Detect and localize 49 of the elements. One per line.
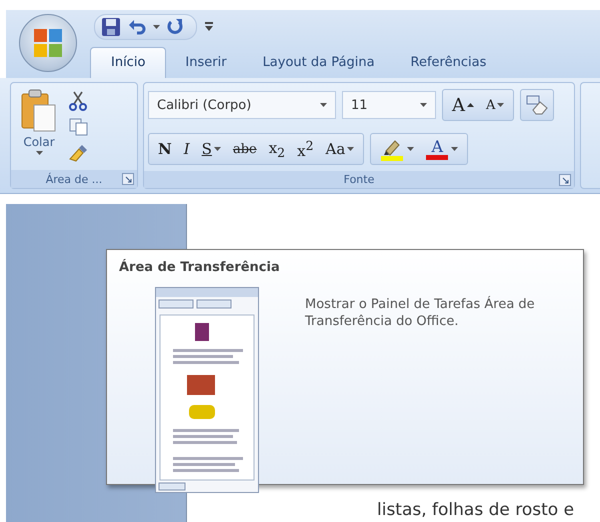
tooltip-description: Mostrar o Painel de Tarefas Área de Transferência do Office.: [305, 297, 536, 331]
dropdown-caret-icon: [347, 147, 354, 151]
format-button[interactable]: x$^{2}$: [292, 136, 319, 162]
paintbrush-icon: [69, 142, 89, 162]
format-painter-button[interactable]: [69, 142, 89, 162]
cut-button[interactable]: [69, 90, 89, 110]
office-logo-icon: [33, 28, 63, 58]
dropdown-caret-icon: [407, 147, 414, 151]
clipboard-icon: [21, 89, 57, 133]
font-size-combo[interactable]: 11: [342, 91, 436, 119]
up-caret-icon: [467, 103, 474, 107]
tooltip-title: Área de Transferência: [119, 260, 281, 275]
dropdown-caret-icon: [320, 103, 327, 107]
scissors-icon: [69, 90, 87, 110]
shrink-font-button[interactable]: A: [481, 96, 510, 114]
down-caret-icon: [497, 103, 504, 107]
save-button[interactable]: [101, 17, 121, 37]
group-label: Fonte: [344, 173, 374, 186]
grow-font-button[interactable]: A: [447, 92, 479, 118]
document-text: listas, folhas de rosto e: [377, 500, 574, 520]
copy-button[interactable]: [69, 118, 89, 136]
format-button[interactable]: Aa: [320, 138, 360, 160]
copy-pages-icon: [69, 118, 89, 136]
dropdown-caret-icon: [214, 147, 221, 151]
ribbon-tab[interactable]: Referências: [394, 47, 504, 78]
customize-arrow-icon: [205, 22, 213, 32]
redo-arrow-icon: [166, 18, 184, 36]
format-button[interactable]: I: [178, 138, 195, 160]
dropdown-caret-icon: [451, 147, 458, 151]
dropdown-caret-icon: [153, 25, 160, 29]
clear-formatting-button[interactable]: [525, 94, 550, 116]
dialog-launcher-button[interactable]: [122, 173, 134, 185]
format-button[interactable]: S: [196, 138, 226, 160]
ribbon-tab[interactable]: Layout da Página: [246, 47, 392, 78]
font-name-combo[interactable]: Calibri (Corpo): [148, 91, 336, 119]
redo-button[interactable]: [166, 18, 184, 36]
ribbon-tab[interactable]: Inserir: [168, 47, 244, 78]
dropdown-caret-icon: [420, 103, 427, 107]
group-label: Área de ...: [46, 172, 102, 186]
customize-toolbar-button[interactable]: [205, 22, 213, 32]
dropdown-caret-icon: [36, 151, 42, 155]
dialog-launcher-button[interactable]: [559, 174, 571, 186]
undo-dropdown-button[interactable]: [153, 25, 160, 29]
format-button[interactable]: N: [153, 138, 177, 160]
ribbon-tab[interactable]: Início: [90, 47, 166, 78]
format-button[interactable]: abe: [228, 140, 262, 158]
paste-button[interactable]: Colar: [15, 87, 63, 166]
format-button[interactable]: x$_{2}$: [264, 136, 290, 162]
eraser-icon: [525, 94, 550, 116]
